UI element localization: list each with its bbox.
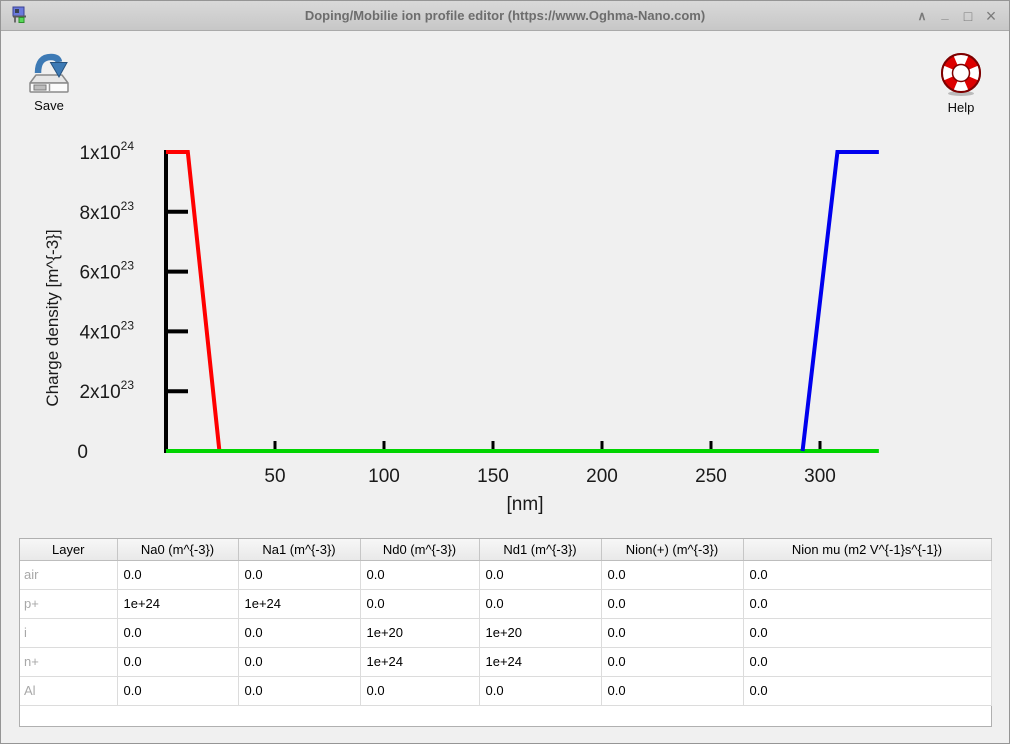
window-controls: ∧ _ □ × — [914, 1, 999, 31]
maximize-button[interactable]: □ — [960, 8, 976, 24]
doping-profile-chart: 0 2x1023 4x1023 6x1023 8x1023 1x1024 50 100 150 2… — [31, 131, 901, 526]
value-cell[interactable]: 0.0 — [479, 560, 601, 589]
value-cell[interactable]: 1e+24 — [479, 647, 601, 676]
value-cell[interactable]: 1e+20 — [360, 618, 479, 647]
x-axis-label: [nm] — [507, 494, 544, 515]
x-tick-label: 300 — [804, 466, 836, 487]
col-header-nd1[interactable]: Nd1 (m^{-3}) — [479, 539, 601, 560]
value-cell[interactable]: 0.0 — [117, 618, 238, 647]
col-header-na1[interactable]: Na1 (m^{-3}) — [238, 539, 360, 560]
value-cell[interactable]: 0.0 — [743, 676, 991, 705]
col-header-nion[interactable]: Nion(+) (m^{-3}) — [601, 539, 743, 560]
value-cell[interactable]: 0.0 — [238, 618, 360, 647]
value-cell[interactable]: 1e+24 — [117, 589, 238, 618]
value-cell[interactable]: 0.0 — [601, 560, 743, 589]
layers-table-container: Layer Na0 (m^{-3}) Na1 (m^{-3}) Nd0 (m^{… — [19, 538, 992, 727]
shade-button[interactable]: ∧ — [914, 9, 930, 23]
value-cell[interactable]: 0.0 — [238, 647, 360, 676]
value-cell[interactable]: 0.0 — [601, 647, 743, 676]
table-row-air: air 0.0 0.0 0.0 0.0 0.0 0.0 — [20, 560, 991, 589]
y-tick-label: 2x1023 — [79, 378, 134, 403]
x-tick-label: 100 — [368, 466, 400, 487]
value-cell[interactable]: 0.0 — [117, 647, 238, 676]
layers-table: Layer Na0 (m^{-3}) Na1 (m^{-3}) Nd0 (m^{… — [20, 539, 992, 706]
series-donor-density-Nd — [803, 152, 879, 451]
value-cell[interactable]: 0.0 — [360, 560, 479, 589]
x-tick-label: 150 — [477, 466, 509, 487]
close-button[interactable]: × — [983, 6, 999, 27]
value-cell[interactable]: 1e+24 — [360, 647, 479, 676]
value-cell[interactable]: 0.0 — [238, 560, 360, 589]
layer-name-cell: p+ — [20, 589, 117, 618]
value-cell[interactable]: 0.0 — [360, 589, 479, 618]
value-cell[interactable]: 0.0 — [601, 676, 743, 705]
col-header-nd0[interactable]: Nd0 (m^{-3}) — [360, 539, 479, 560]
save-button-label: Save — [34, 98, 64, 113]
value-cell[interactable]: 0.0 — [479, 676, 601, 705]
value-cell[interactable]: 0.0 — [743, 647, 991, 676]
window-title: Doping/Mobilie ion profile editor (https… — [1, 1, 1009, 31]
table-row-n-plus: n+ 0.0 0.0 1e+24 1e+24 0.0 0.0 — [20, 647, 991, 676]
help-button-label: Help — [948, 100, 975, 115]
save-disk-icon — [17, 51, 81, 95]
table-row-al: Al 0.0 0.0 0.0 0.0 0.0 0.0 — [20, 676, 991, 705]
col-header-na0[interactable]: Na0 (m^{-3}) — [117, 539, 238, 560]
doping-editor-window: Doping/Mobilie ion profile editor (https… — [0, 0, 1010, 744]
value-cell[interactable]: 0.0 — [743, 560, 991, 589]
series-acceptor-density-Na — [166, 152, 219, 451]
save-button[interactable]: Save — [17, 49, 81, 115]
value-cell[interactable]: 0.0 — [117, 560, 238, 589]
value-cell[interactable]: 0.0 — [360, 676, 479, 705]
value-cell[interactable]: 0.0 — [601, 618, 743, 647]
help-button[interactable]: Help — [929, 49, 993, 117]
x-tick-label: 200 — [586, 466, 618, 487]
value-cell[interactable]: 0.0 — [238, 676, 360, 705]
col-header-layer[interactable]: Layer — [20, 539, 117, 560]
table-header-row: Layer Na0 (m^{-3}) Na1 (m^{-3}) Nd0 (m^{… — [20, 539, 991, 560]
x-tick-label: 250 — [695, 466, 727, 487]
table-row-i: i 0.0 0.0 1e+20 1e+20 0.0 0.0 — [20, 618, 991, 647]
y-tick-label: 0 — [77, 442, 88, 463]
col-header-nion-mu[interactable]: Nion mu (m2 V^{-1}s^{-1}) — [743, 539, 991, 560]
layer-name-cell: n+ — [20, 647, 117, 676]
layer-name-cell: i — [20, 618, 117, 647]
value-cell[interactable]: 1e+20 — [479, 618, 601, 647]
minimize-button[interactable]: _ — [937, 6, 953, 21]
lifebuoy-icon — [929, 51, 993, 97]
layer-name-cell: Al — [20, 676, 117, 705]
value-cell[interactable]: 1e+24 — [238, 589, 360, 618]
y-tick-label: 8x1023 — [79, 199, 134, 224]
value-cell[interactable]: 0.0 — [117, 676, 238, 705]
y-axis-label: Charge density [m^{-3}] — [43, 229, 62, 406]
value-cell[interactable]: 0.0 — [479, 589, 601, 618]
value-cell[interactable]: 0.0 — [743, 618, 991, 647]
table-row-p-plus: p+ 1e+24 1e+24 0.0 0.0 0.0 0.0 — [20, 589, 991, 618]
y-tick-label: 4x1023 — [79, 318, 134, 343]
value-cell[interactable]: 0.0 — [743, 589, 991, 618]
x-tick-label: 50 — [264, 466, 285, 487]
y-tick-label: 6x1023 — [79, 259, 134, 284]
y-tick-label: 1x1024 — [79, 139, 134, 164]
layer-name-cell: air — [20, 560, 117, 589]
titlebar: Doping/Mobilie ion profile editor (https… — [1, 1, 1009, 31]
value-cell[interactable]: 0.0 — [601, 589, 743, 618]
